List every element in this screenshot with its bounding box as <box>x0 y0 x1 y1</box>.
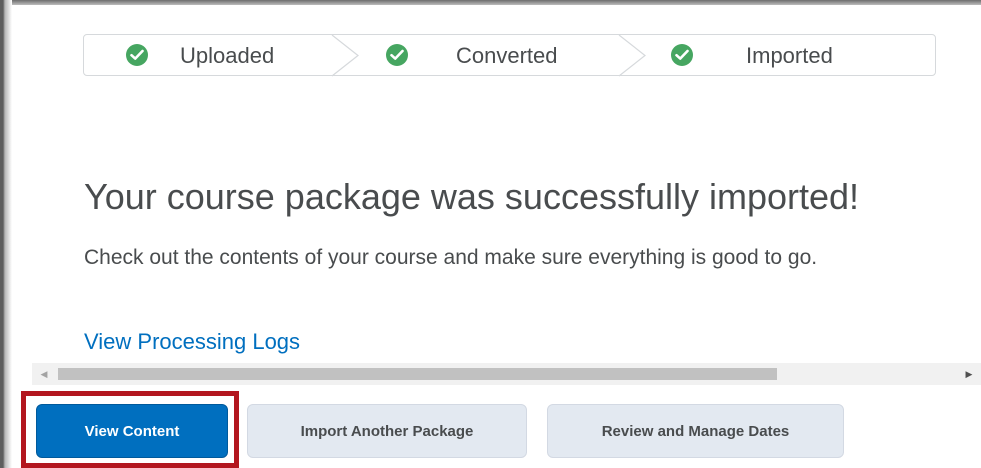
review-and-manage-dates-button[interactable]: Review and Manage Dates <box>547 404 844 458</box>
check-circle-icon <box>386 44 408 66</box>
step-converted-label: Converted <box>456 43 558 68</box>
window-border-top <box>0 0 981 5</box>
chevron-right-icon <box>331 35 359 77</box>
import-another-package-button[interactable]: Import Another Package <box>247 404 527 458</box>
horizontal-scrollbar[interactable]: ◀ ▶ <box>32 363 981 385</box>
step-imported-label: Imported <box>746 43 833 68</box>
view-content-button[interactable]: View Content <box>36 404 228 458</box>
view-processing-logs-link[interactable]: View Processing Logs <box>84 328 300 356</box>
scrollbar-thumb[interactable] <box>58 368 777 380</box>
triangle-left-icon[interactable]: ◀ <box>32 363 56 385</box>
success-headline: Your course package was successfully imp… <box>84 176 860 217</box>
chevron-right-icon <box>618 35 646 77</box>
success-description: Check out the contents of your course an… <box>84 246 818 269</box>
triangle-right-icon[interactable]: ▶ <box>957 363 981 385</box>
window-border-left <box>0 0 12 468</box>
check-circle-icon <box>671 44 693 66</box>
import-progress-stepper: Uploaded Converted Imported <box>83 34 936 77</box>
step-uploaded-label: Uploaded <box>180 43 275 68</box>
check-circle-icon <box>126 44 148 66</box>
